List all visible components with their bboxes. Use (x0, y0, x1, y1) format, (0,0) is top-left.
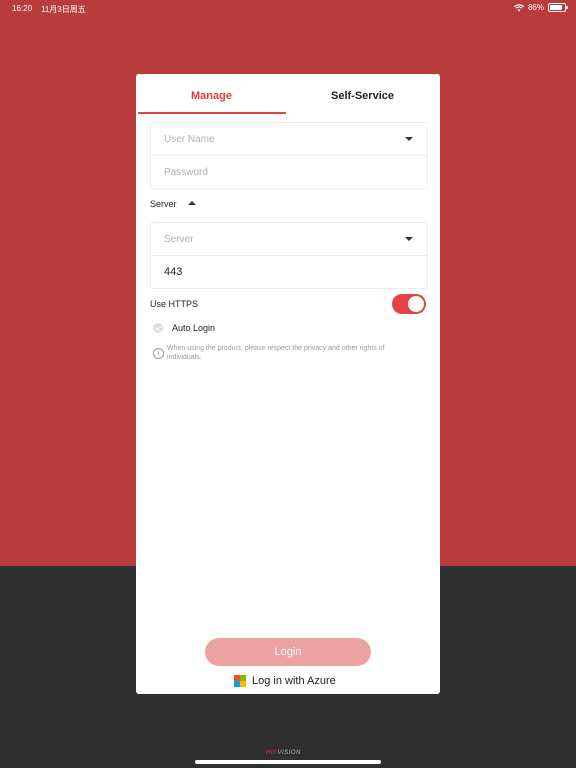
credentials-group: User Name Password (150, 122, 428, 189)
auto-login-label[interactable]: Auto Login (172, 323, 215, 333)
status-time: 16:20 (12, 4, 33, 13)
server-field[interactable]: Server (151, 223, 427, 256)
password-placeholder: Password (164, 167, 208, 178)
battery-fill (550, 5, 562, 10)
home-indicator (195, 760, 381, 764)
username-dropdown-icon[interactable] (405, 137, 413, 141)
tab-bar: Manage Self-Service (136, 74, 440, 114)
tab-manage[interactable]: Manage (191, 90, 232, 102)
brand-logo: HIKVISION (266, 750, 301, 756)
auto-login-checkbox[interactable] (153, 323, 163, 333)
azure-login-label: Log in with Azure (252, 675, 336, 687)
server-section-label[interactable]: Server (150, 199, 177, 209)
toggle-knob (408, 296, 424, 312)
battery-icon (548, 3, 568, 12)
login-card: Manage Self-Service User Name Password S… (136, 74, 440, 694)
tab-self-service[interactable]: Self-Service (331, 90, 394, 102)
password-field[interactable]: Password (151, 156, 427, 188)
username-placeholder: User Name (164, 134, 215, 145)
chevron-up-icon[interactable] (188, 201, 196, 205)
privacy-notice: When using the product, please respect t… (167, 345, 385, 361)
status-date: 11月3日周五 (41, 5, 86, 14)
active-tab-indicator (138, 112, 286, 114)
status-bar: 16:20 11月3日周五 86% (0, 0, 576, 18)
server-group: Server 443 (150, 222, 428, 289)
server-placeholder: Server (164, 234, 194, 245)
info-icon: i (153, 348, 164, 359)
status-right: 86% (513, 3, 568, 12)
port-value: 443 (164, 266, 183, 278)
server-dropdown-icon[interactable] (405, 237, 413, 241)
username-field[interactable]: User Name (151, 123, 427, 156)
azure-login-button[interactable]: Log in with Azure (234, 674, 336, 688)
wifi-icon (513, 3, 524, 11)
use-https-label: Use HTTPS (150, 299, 199, 309)
microsoft-logo-icon (234, 675, 246, 687)
login-button[interactable]: Login (205, 638, 371, 666)
use-https-toggle[interactable] (392, 294, 426, 314)
battery-percent: 86% (527, 3, 544, 12)
port-field[interactable]: 443 (151, 256, 427, 288)
